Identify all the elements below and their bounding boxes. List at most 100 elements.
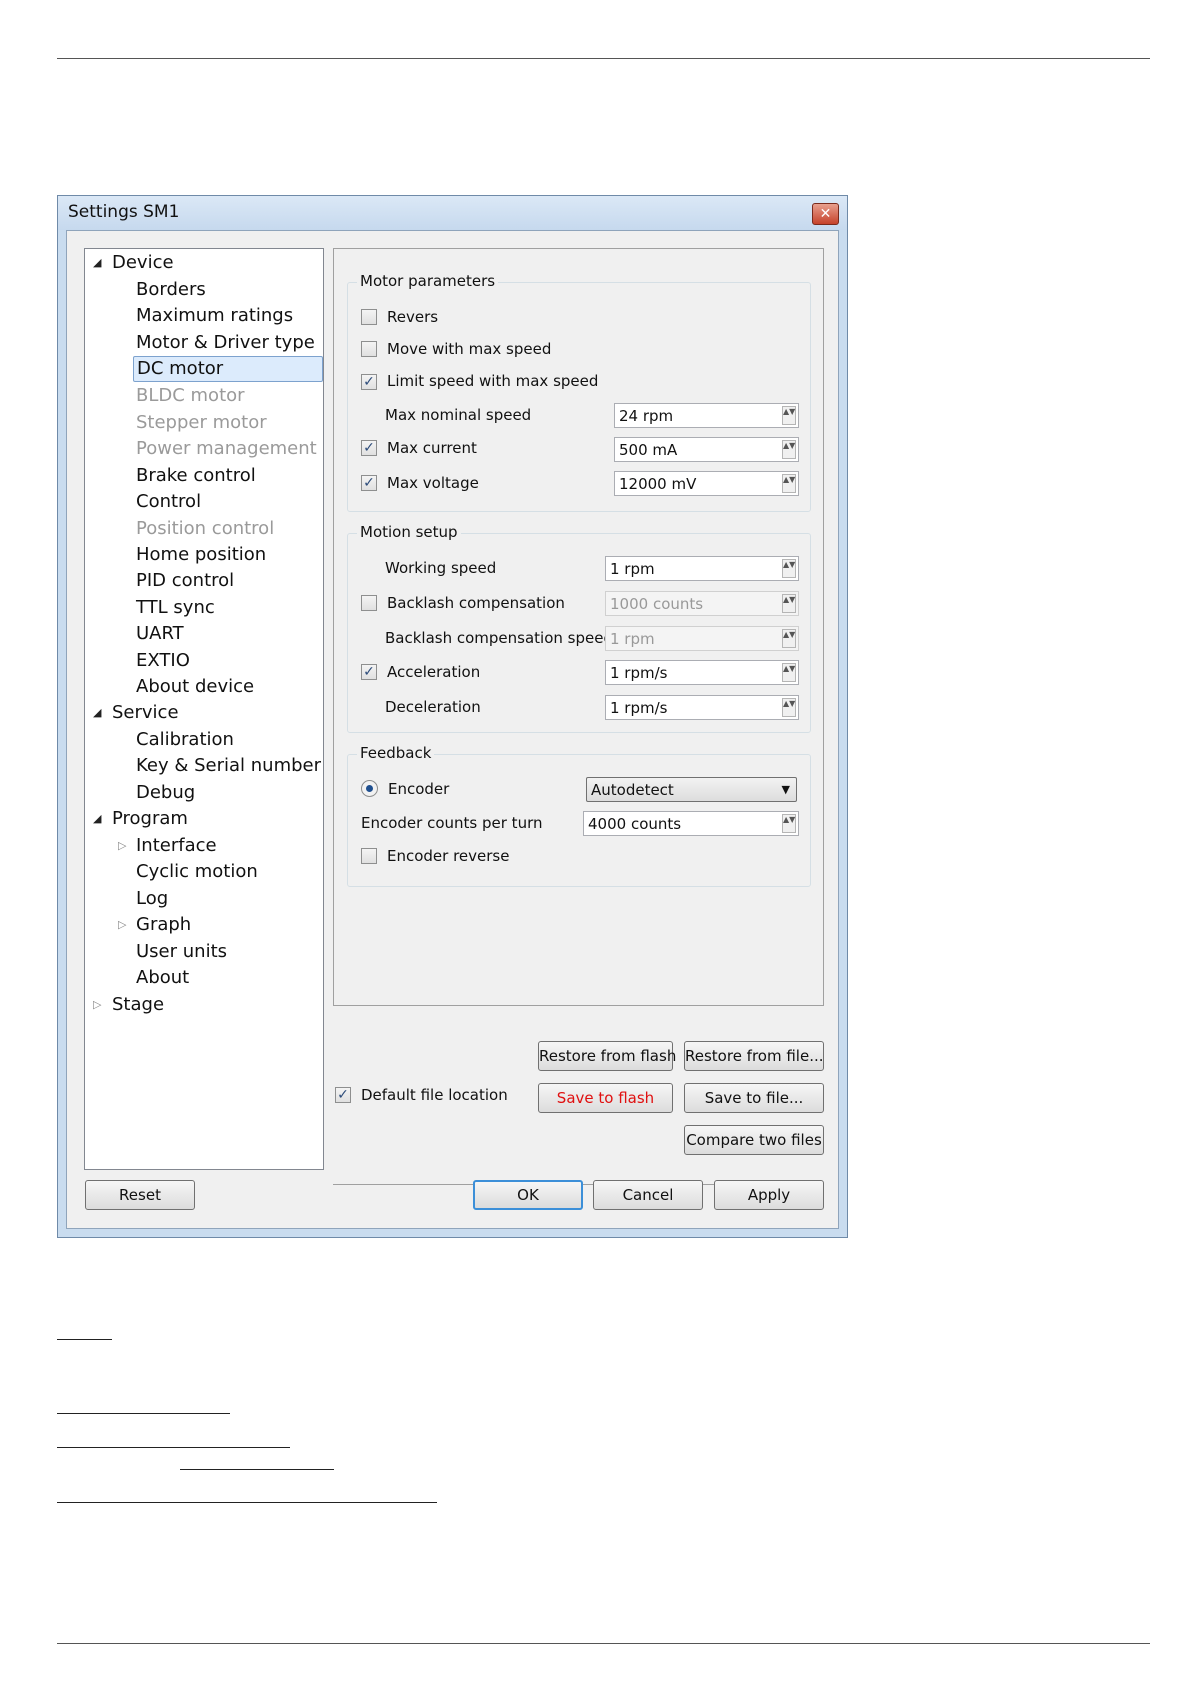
deceleration-label: Deceleration xyxy=(385,698,481,716)
reset-button[interactable]: Reset xyxy=(85,1180,195,1210)
spin-arrows-icon[interactable]: ▲▼ xyxy=(782,594,796,613)
spin-arrows-icon[interactable]: ▲▼ xyxy=(782,474,796,493)
apply-button[interactable]: Apply xyxy=(714,1180,824,1210)
underline-mark xyxy=(180,1469,334,1470)
settings-tree[interactable]: ◢ Device Borders Maximum ratings Motor &… xyxy=(84,248,324,1170)
max-voltage-checkbox[interactable]: ✓ xyxy=(361,475,377,491)
collapsed-arrow-icon[interactable]: ▷ xyxy=(118,913,126,937)
backlash-input[interactable]: 1000 counts ▲▼ xyxy=(605,591,799,616)
tree-item-power-management[interactable]: Power management xyxy=(136,437,317,461)
spin-arrows-icon[interactable]: ▲▼ xyxy=(782,698,796,717)
spin-arrows-icon[interactable]: ▲▼ xyxy=(782,440,796,459)
encoder-reverse-label: Encoder reverse xyxy=(387,847,510,865)
chevron-down-icon[interactable]: ▼ xyxy=(782,780,790,800)
tree-item-stepper-motor[interactable]: Stepper motor xyxy=(136,411,267,435)
max-voltage-input[interactable]: 12000 mV ▲▼ xyxy=(614,471,799,496)
move-max-speed-checkbox[interactable] xyxy=(361,341,377,357)
backlash-value: 1000 counts xyxy=(610,595,704,613)
max-current-checkbox[interactable]: ✓ xyxy=(361,440,377,456)
acceleration-checkbox[interactable]: ✓ xyxy=(361,664,377,680)
tree-item-debug[interactable]: Debug xyxy=(136,781,195,805)
underline-mark xyxy=(57,1447,290,1448)
deceleration-input[interactable]: 1 rpm/s ▲▼ xyxy=(605,695,799,720)
acceleration-label: Acceleration xyxy=(387,663,481,681)
compare-two-files-button[interactable]: Compare two files xyxy=(684,1125,824,1155)
tree-item-key-serial-number[interactable]: Key & Serial number xyxy=(136,754,321,778)
window-client-area: ◢ Device Borders Maximum ratings Motor &… xyxy=(66,230,839,1229)
tree-item-service[interactable]: Service xyxy=(112,701,179,725)
deceleration-value: 1 rpm/s xyxy=(610,699,668,717)
tree-item-pid-control[interactable]: PID control xyxy=(136,569,234,593)
working-speed-input[interactable]: 1 rpm ▲▼ xyxy=(605,556,799,581)
collapsed-arrow-icon[interactable]: ▷ xyxy=(118,834,126,858)
tree-item-graph[interactable]: Graph xyxy=(136,913,191,937)
max-current-input[interactable]: 500 mA ▲▼ xyxy=(614,437,799,462)
spin-arrows-icon[interactable]: ▲▼ xyxy=(782,814,796,833)
tree-item-log[interactable]: Log xyxy=(136,887,168,911)
tree-item-bldc-motor[interactable]: BLDC motor xyxy=(136,384,245,408)
expanded-arrow-icon[interactable]: ◢ xyxy=(93,701,101,725)
tree-item-control[interactable]: Control xyxy=(136,490,201,514)
revers-label: Revers xyxy=(387,308,439,326)
max-nominal-speed-input[interactable]: 24 rpm ▲▼ xyxy=(614,403,799,428)
tree-item-maximum-ratings[interactable]: Maximum ratings xyxy=(136,304,293,328)
underline-mark xyxy=(57,1502,437,1503)
tree-item-ttl-sync[interactable]: TTL sync xyxy=(136,596,215,620)
spin-arrows-icon[interactable]: ▲▼ xyxy=(782,663,796,682)
backlash-checkbox[interactable] xyxy=(361,595,377,611)
max-current-label: Max current xyxy=(387,439,477,457)
encoder-radio[interactable] xyxy=(361,780,378,797)
encoder-type-value: Autodetect xyxy=(591,781,674,799)
page-header-rule xyxy=(57,58,1150,59)
spin-arrows-icon[interactable]: ▲▼ xyxy=(782,406,796,425)
tree-item-about[interactable]: About xyxy=(136,966,189,990)
tree-item-motor-driver-type[interactable]: Motor & Driver type xyxy=(136,331,315,355)
tree-item-cyclic-motion[interactable]: Cyclic motion xyxy=(136,860,258,884)
limit-speed-checkbox[interactable]: ✓ xyxy=(361,374,377,390)
revers-checkbox[interactable] xyxy=(361,309,377,325)
ok-button[interactable]: OK xyxy=(473,1180,583,1210)
tree-item-uart[interactable]: UART xyxy=(136,622,184,646)
spin-arrows-icon[interactable]: ▲▼ xyxy=(782,629,796,648)
close-icon[interactable]: ✕ xyxy=(812,203,839,225)
working-speed-label: Working speed xyxy=(385,559,497,577)
spin-arrows-icon[interactable]: ▲▼ xyxy=(782,559,796,578)
tree-item-program[interactable]: Program xyxy=(112,807,188,831)
window-title: Settings SM1 xyxy=(68,202,180,222)
save-to-file-button[interactable]: Save to file... xyxy=(684,1083,824,1113)
acceleration-input[interactable]: 1 rpm/s ▲▼ xyxy=(605,660,799,685)
encoder-label: Encoder xyxy=(388,780,450,798)
tree-item-calibration[interactable]: Calibration xyxy=(136,728,234,752)
backlash-speed-input[interactable]: 1 rpm ▲▼ xyxy=(605,626,799,651)
restore-from-file-button[interactable]: Restore from file... xyxy=(684,1041,824,1071)
tree-item-dc-motor[interactable]: DC motor xyxy=(133,356,323,382)
collapsed-arrow-icon[interactable]: ▷ xyxy=(93,993,101,1017)
tree-item-interface[interactable]: Interface xyxy=(136,834,217,858)
save-to-flash-button[interactable]: Save to flash xyxy=(538,1083,673,1113)
tree-item-home-position[interactable]: Home position xyxy=(136,543,266,567)
encoder-counts-input[interactable]: 4000 counts ▲▼ xyxy=(583,811,799,836)
tree-item-about-device[interactable]: About device xyxy=(136,675,254,699)
tree-item-stage[interactable]: Stage xyxy=(112,993,164,1017)
tree-item-borders[interactable]: Borders xyxy=(136,278,206,302)
max-voltage-label: Max voltage xyxy=(387,474,479,492)
limit-speed-label: Limit speed with max speed xyxy=(387,372,599,390)
encoder-type-select[interactable]: Autodetect ▼ xyxy=(586,777,797,802)
backlash-label: Backlash compensation xyxy=(387,594,565,612)
expanded-arrow-icon[interactable]: ◢ xyxy=(93,251,101,275)
tree-item-user-units[interactable]: User units xyxy=(136,940,227,964)
tree-item-device[interactable]: Device xyxy=(112,251,174,275)
encoder-reverse-checkbox[interactable] xyxy=(361,848,377,864)
tree-item-brake-control[interactable]: Brake control xyxy=(136,464,256,488)
page-footer-rule xyxy=(57,1643,1150,1644)
backlash-speed-label: Backlash compensation speed xyxy=(385,629,613,647)
title-bar[interactable]: Settings SM1 ✕ xyxy=(58,196,847,230)
expanded-arrow-icon[interactable]: ◢ xyxy=(93,807,101,831)
restore-from-flash-button[interactable]: Restore from flash xyxy=(538,1041,676,1071)
underline-mark xyxy=(57,1413,230,1414)
encoder-counts-label: Encoder counts per turn xyxy=(361,814,543,832)
tree-item-position-control[interactable]: Position control xyxy=(136,517,274,541)
default-file-location-checkbox[interactable]: ✓ xyxy=(335,1087,351,1103)
tree-item-extio[interactable]: EXTIO xyxy=(136,649,190,673)
cancel-button[interactable]: Cancel xyxy=(593,1180,703,1210)
